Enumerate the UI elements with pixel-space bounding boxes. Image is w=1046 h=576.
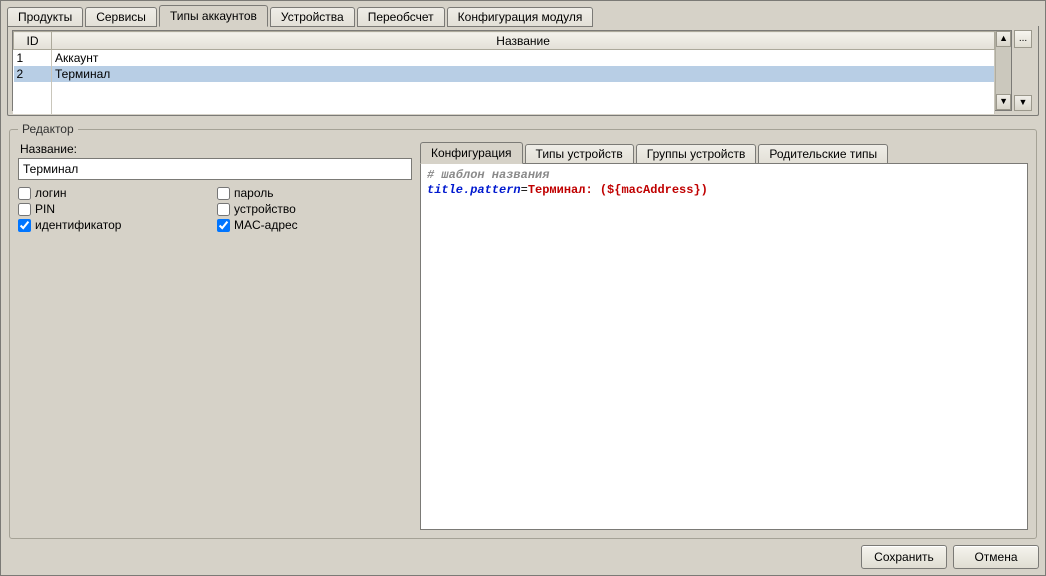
save-button[interactable]: Сохранить — [861, 545, 947, 569]
editor-legend: Редактор — [18, 122, 78, 136]
table-row-empty — [14, 82, 995, 98]
table-row-empty — [14, 98, 995, 114]
check-pin-label: PIN — [35, 202, 55, 216]
cancel-button[interactable]: Отмена — [953, 545, 1039, 569]
dialog-button-row: Сохранить Отмена — [7, 545, 1039, 569]
config-equals: = — [521, 183, 528, 197]
scroll-down-icon[interactable]: ▼ — [996, 94, 1011, 110]
col-header-id[interactable]: ID — [14, 32, 52, 50]
check-login[interactable]: логин — [18, 186, 213, 200]
account-types-table-wrap: ID Название 1 Аккаунт 2 Терминал — [12, 30, 1012, 111]
editor-right-column: Конфигурация Типы устройств Группы устро… — [420, 142, 1028, 530]
check-device[interactable]: устройство — [217, 202, 412, 216]
scroll-down-icon[interactable]: ▼ — [1014, 95, 1032, 111]
account-types-panel: ID Название 1 Аккаунт 2 Терминал — [7, 26, 1039, 116]
check-pin[interactable]: PIN — [18, 202, 213, 216]
editor-subtab-bar: Конфигурация Типы устройств Группы устро… — [420, 142, 1028, 164]
config-comment: # шаблон названия — [427, 168, 549, 182]
top-tabbar: Продукты Сервисы Типы аккаунтов Устройст… — [7, 5, 1039, 27]
account-types-table[interactable]: ID Название 1 Аккаунт 2 Терминал — [13, 31, 995, 114]
cell-name: Аккаунт — [52, 50, 995, 67]
check-password[interactable]: пароль — [217, 186, 412, 200]
tab-recalc[interactable]: Переобсчет — [357, 7, 445, 27]
subtab-device-groups[interactable]: Группы устройств — [636, 144, 757, 164]
scroll-up-icon[interactable]: ▲ — [996, 31, 1011, 47]
tab-devices[interactable]: Устройства — [270, 7, 355, 27]
subtab-device-types[interactable]: Типы устройств — [525, 144, 634, 164]
check-login-label: логин — [35, 186, 67, 200]
check-mac-label: MAC-адрес — [234, 218, 298, 232]
editor-fieldset: Редактор Название: логин пароль PIN — [9, 122, 1037, 539]
cell-name: Терминал — [52, 66, 995, 82]
check-identifier-label: идентификатор — [35, 218, 121, 232]
check-mac-box[interactable] — [217, 219, 230, 232]
subtab-config[interactable]: Конфигурация — [420, 142, 523, 164]
module-config-window: Продукты Сервисы Типы аккаунтов Устройст… — [0, 0, 1046, 576]
check-password-label: пароль — [234, 186, 274, 200]
check-device-label: устройство — [234, 202, 296, 216]
table-row[interactable]: 1 Аккаунт — [14, 50, 995, 67]
check-mac[interactable]: MAC-адрес — [217, 218, 412, 232]
tab-services[interactable]: Сервисы — [85, 7, 157, 27]
check-login-box[interactable] — [18, 187, 31, 200]
config-value: Терминал: (${macAddress}) — [528, 183, 708, 197]
tab-products[interactable]: Продукты — [7, 7, 83, 27]
subtab-parent-types[interactable]: Родительские типы — [758, 144, 888, 164]
check-pin-box[interactable] — [18, 203, 31, 216]
table-row[interactable]: 2 Терминал — [14, 66, 995, 82]
table-side-buttons: ... ▼ — [1014, 30, 1034, 111]
check-device-box[interactable] — [217, 203, 230, 216]
editor-left-column: Название: логин пароль PIN устройство — [18, 142, 412, 530]
cell-id: 2 — [14, 66, 52, 82]
tab-account-types[interactable]: Типы аккаунтов — [159, 5, 268, 27]
config-text-area[interactable]: # шаблон названия title.pattern=Терминал… — [420, 163, 1028, 530]
attribute-checkbox-grid: логин пароль PIN устройство идентификато… — [18, 186, 412, 232]
table-vscroll[interactable]: ▲ ▼ — [995, 31, 1011, 110]
check-identifier-box[interactable] — [18, 219, 31, 232]
scroll-track[interactable] — [996, 47, 1011, 94]
name-label: Название: — [18, 142, 412, 156]
tab-module-config[interactable]: Конфигурация модуля — [447, 7, 594, 27]
check-identifier[interactable]: идентификатор — [18, 218, 213, 232]
config-key: title.pattern — [427, 183, 521, 197]
col-header-name[interactable]: Название — [52, 32, 995, 50]
name-input[interactable] — [18, 158, 412, 180]
check-password-box[interactable] — [217, 187, 230, 200]
more-button[interactable]: ... — [1014, 30, 1032, 48]
cell-id: 1 — [14, 50, 52, 67]
